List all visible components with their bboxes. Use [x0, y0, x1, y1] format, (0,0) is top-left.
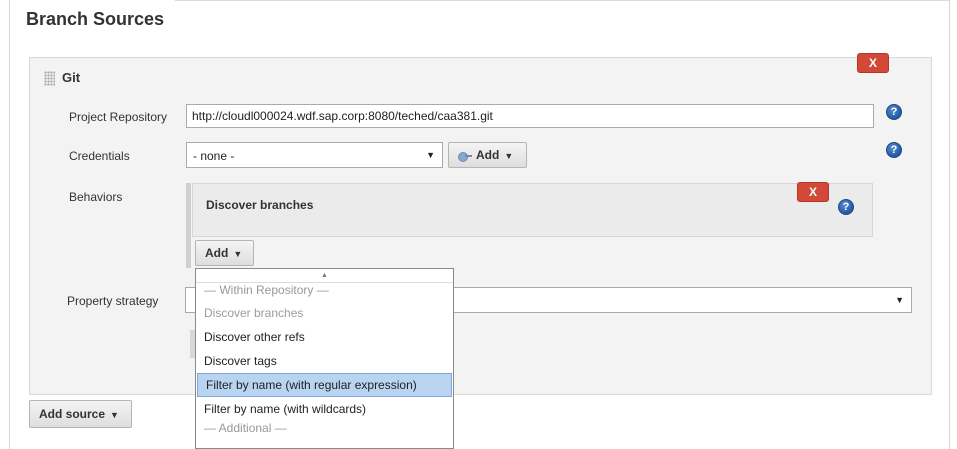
delete-behavior-button[interactable]: X: [797, 182, 829, 202]
chevron-down-icon: ▼: [504, 151, 514, 161]
menu-header-within-repository: — Within Repository —: [204, 283, 329, 297]
scroll-up-icon[interactable]: ▲: [196, 269, 453, 283]
property-strategy-label: Property strategy: [67, 294, 159, 308]
add-source-button[interactable]: Add source ▼: [29, 400, 132, 428]
project-repository-input[interactable]: http://cloudl000024.wdf.sap.corp:8080/te…: [186, 104, 874, 128]
menu-item-filter-by-regex[interactable]: Filter by name (with regular expression): [197, 373, 452, 397]
credentials-help-icon[interactable]: ?: [886, 142, 902, 158]
chevron-down-icon: ▼: [110, 410, 119, 420]
menu-item-filter-by-wildcards[interactable]: Filter by name (with wildcards): [196, 397, 453, 421]
menu-item-discover-tags[interactable]: Discover tags: [196, 349, 453, 373]
chevron-down-icon: ▼: [233, 249, 243, 259]
add-source-label: Add source: [39, 407, 106, 421]
project-repository-help-icon[interactable]: ?: [886, 104, 902, 120]
section-title: Branch Sources: [26, 9, 165, 29]
chevron-down-icon: ▼: [426, 150, 435, 160]
delete-git-source-button[interactable]: X: [857, 53, 889, 73]
credentials-add-button[interactable]: Add ▼: [448, 142, 527, 168]
key-icon: [458, 151, 472, 162]
menu-header-additional: — Additional —: [204, 421, 287, 435]
menu-item-discover-branches: Discover branches: [204, 306, 304, 320]
behaviors-label: Behaviors: [69, 190, 123, 204]
credentials-select[interactable]: - none - ▼: [186, 142, 443, 168]
credentials-selected-value: - none -: [193, 149, 235, 163]
git-source-label: Git: [62, 70, 81, 85]
menu-item-discover-other-refs[interactable]: Discover other refs: [196, 325, 453, 349]
drag-handle-icon[interactable]: [44, 71, 55, 86]
credentials-add-label: Add: [476, 148, 500, 162]
behaviors-dropdown-menu: ▲ — Within Repository — Discover branche…: [195, 268, 454, 449]
behavior-help-icon[interactable]: ?: [838, 199, 854, 215]
project-repository-label: Project Repository: [69, 110, 168, 124]
section-divider: [175, 0, 950, 1]
behavior-title: Discover branches: [206, 198, 314, 212]
behaviors-add-button[interactable]: Add ▼: [195, 240, 254, 266]
credentials-label: Credentials: [69, 149, 130, 163]
chevron-down-icon: ▼: [895, 295, 904, 305]
behaviors-list-bar: [186, 183, 191, 268]
behaviors-add-label: Add: [205, 246, 229, 260]
